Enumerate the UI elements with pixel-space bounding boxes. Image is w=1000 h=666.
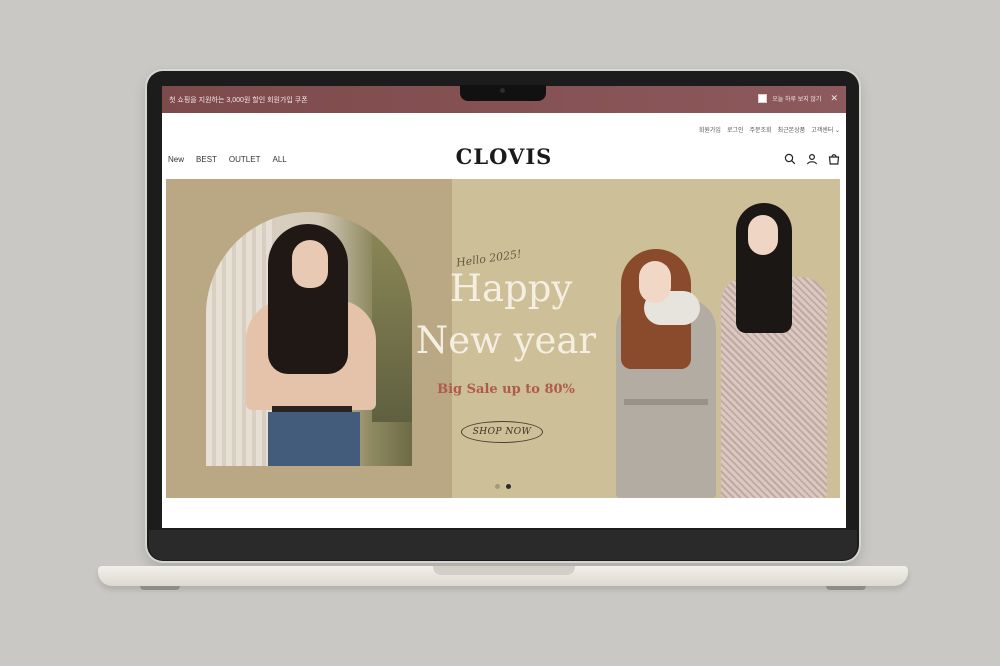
shop-now-button[interactable]: SHOP NOW [461, 421, 543, 443]
util-link-signup[interactable]: 회원가입 [699, 125, 721, 134]
hero-headline-line2: New year [415, 319, 597, 362]
header-icons [784, 153, 840, 165]
carousel-dots [495, 484, 511, 489]
model-jeans [268, 412, 360, 466]
search-icon[interactable] [784, 153, 796, 165]
util-link-recent-viewed[interactable]: 최근본상품 [778, 125, 806, 134]
camera-icon [500, 88, 505, 93]
camera-notch [460, 85, 546, 101]
close-icon[interactable]: ✕ [830, 93, 838, 104]
promo-controls: 오늘 하루 보지 않기 ✕ [758, 93, 838, 104]
site-logo[interactable]: CLOVIS [162, 144, 846, 169]
model-face [639, 261, 671, 303]
util-link-order-lookup[interactable]: 주문조회 [750, 125, 772, 134]
util-link-customer-center[interactable]: 고객센터 ⌄ [811, 125, 840, 134]
carousel-dot-1[interactable] [495, 484, 500, 489]
utility-links: 회원가입 로그인 주문조회 최근본상품 고객센터 ⌄ [699, 125, 840, 134]
browser-screen: 첫 쇼핑을 지원하는 3,000원 할인 회원가입 쿠폰 오늘 하루 보지 않기… [162, 86, 846, 528]
hide-today-checkbox[interactable] [758, 94, 768, 103]
user-icon[interactable] [806, 153, 818, 165]
laptop-foot-left [140, 586, 180, 590]
promo-text[interactable]: 첫 쇼핑을 지원하는 3,000원 할인 회원가입 쿠폰 [169, 95, 308, 105]
model-face [292, 240, 328, 288]
hero-arch-photo [206, 212, 412, 466]
laptop-base [98, 566, 908, 586]
chevron-down-icon: ⌄ [834, 128, 840, 134]
hero-banner[interactable]: Hello 2025! Happy New year Big Sale up t… [166, 179, 840, 498]
hero-headline-line1: Happy [449, 267, 573, 310]
hero-sale-text: Big Sale up to 80% [437, 382, 575, 397]
base-notch [433, 566, 575, 575]
hide-today-label[interactable]: 오늘 하루 보지 않기 [772, 94, 821, 103]
customer-center-label: 고객센터 [811, 128, 834, 134]
laptop-chin [149, 530, 857, 560]
cart-icon[interactable] [828, 153, 840, 165]
laptop-foot-right [826, 586, 866, 590]
carousel-dot-2[interactable] [506, 484, 511, 489]
model-face [748, 215, 778, 255]
model-belt [624, 399, 708, 405]
util-link-login[interactable]: 로그인 [727, 125, 744, 134]
